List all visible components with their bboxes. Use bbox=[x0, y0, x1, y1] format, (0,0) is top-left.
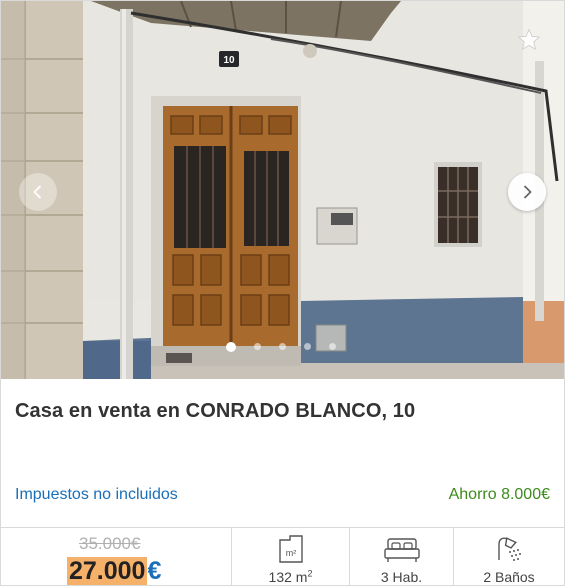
floor-plan-icon-label: m² bbox=[285, 548, 296, 558]
carousel-dot[interactable] bbox=[254, 343, 261, 350]
carousel-dots bbox=[226, 341, 354, 352]
favorite-button[interactable] bbox=[516, 27, 542, 53]
old-price: 35.000€ bbox=[79, 534, 141, 553]
listing-title[interactable]: Casa en venta en CONRADO BLANCO, 10 bbox=[15, 400, 415, 423]
carousel-dot[interactable] bbox=[279, 343, 286, 350]
savings-note: Ahorro 8.000€ bbox=[448, 486, 550, 503]
star-icon bbox=[517, 28, 541, 50]
next-photo-button[interactable] bbox=[508, 173, 546, 211]
rooms-feature: 3 Hab. bbox=[349, 528, 453, 585]
chevron-left-icon bbox=[33, 185, 42, 199]
floor-plan-icon: m² bbox=[278, 535, 303, 563]
chevron-right-icon bbox=[523, 185, 532, 199]
shower-icon bbox=[498, 537, 521, 561]
area-feature: m² 132 m2 bbox=[231, 528, 349, 585]
property-card[interactable]: 10 Casa en venta en CONRADO BLANCO, 10 I… bbox=[0, 0, 565, 586]
baths-label: 2 Baños bbox=[483, 569, 535, 585]
bed-icon bbox=[383, 538, 420, 562]
price-amount: 27.000 bbox=[67, 557, 148, 585]
area-label: 132 m2 bbox=[268, 568, 313, 585]
house-number-sign: 10 bbox=[223, 55, 235, 66]
current-price: 27.000€ bbox=[67, 556, 162, 585]
listing-stats: 35.000€ 27.000€ m² 132 m2 3 Hab. 2 Baños bbox=[1, 527, 564, 585]
property-photo[interactable]: 10 bbox=[1, 1, 564, 379]
rooms-label: 3 Hab. bbox=[380, 569, 423, 585]
baths-feature: 2 Baños bbox=[453, 528, 564, 585]
price-block: 35.000€ 27.000€ bbox=[1, 528, 231, 585]
taxes-note: Impuestos no incluidos bbox=[15, 486, 178, 503]
price-currency: € bbox=[147, 557, 162, 585]
carousel-dot[interactable] bbox=[226, 341, 236, 352]
carousel-dot[interactable] bbox=[329, 343, 336, 350]
previous-photo-button[interactable] bbox=[19, 173, 57, 211]
carousel-dot[interactable] bbox=[304, 343, 311, 350]
facade-photo: 10 bbox=[1, 1, 564, 379]
